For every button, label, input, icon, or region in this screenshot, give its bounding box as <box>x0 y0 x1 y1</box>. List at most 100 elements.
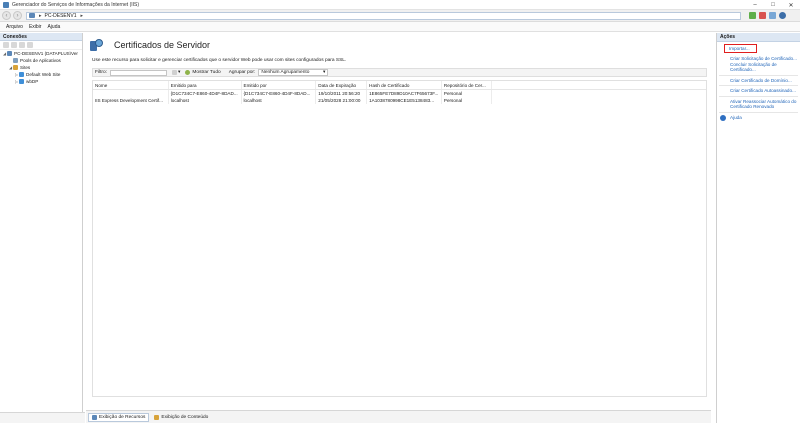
refresh-icon[interactable] <box>749 12 756 19</box>
group-by-select[interactable]: Nenhum Agrupamento ▾ <box>258 69 329 76</box>
column-header-emitido-por[interactable]: Emitido por <box>242 81 317 89</box>
filter-go-dropdown-icon[interactable]: ▾ <box>178 70 180 75</box>
import-link[interactable]: Importar... <box>729 46 750 52</box>
up-icon[interactable] <box>19 42 25 48</box>
cell-emitido-por: {D1C734C7-E860-4D4F-8DAD... <box>242 90 317 97</box>
menu-ajuda[interactable]: Ajuda <box>47 24 60 30</box>
new-connection-icon[interactable] <box>3 42 9 48</box>
tree-node[interactable]: Pools de Aplicativos <box>0 57 82 64</box>
action-create-request[interactable]: Criar Solicitação de Certificado... <box>717 56 800 62</box>
window-title: Gerenciador do Serviços de Informações d… <box>12 1 140 8</box>
import-action[interactable]: Importar... <box>724 44 757 53</box>
menu-exibir[interactable]: Exibir <box>29 24 42 30</box>
delete-icon[interactable] <box>27 42 33 48</box>
tree-node[interactable]: ◢ Sites <box>0 64 82 71</box>
filter-go-icon[interactable] <box>172 70 177 75</box>
address-path[interactable]: ▸ PC-DESENV1 ▸ <box>26 11 741 20</box>
column-header-emitido-para[interactable]: Emitido para <box>169 81 242 89</box>
actions-panel: Ações Importar... Criar Solicitação de C… <box>716 33 800 423</box>
features-view-icon <box>92 414 97 420</box>
content-view-icon <box>154 414 160 420</box>
tab-content-view-label: Exibição de Conteúdo <box>161 414 209 420</box>
tree-node-icon <box>19 79 24 84</box>
iis-app-icon <box>3 1 9 8</box>
tree-node[interactable]: ◢ PC-DESENV1 (DATAPLUS\Ver <box>0 50 82 57</box>
menu-arquivo[interactable]: Arquivo <box>6 24 23 30</box>
connections-toolbar <box>0 41 82 50</box>
window-controls: – □ ✕ <box>746 0 800 10</box>
tree-node-icon <box>7 51 12 56</box>
maximize-button[interactable]: □ <box>764 0 782 10</box>
help-action[interactable]: Ajuda <box>717 114 800 121</box>
column-header-filler <box>492 81 706 89</box>
actions-divider <box>719 85 798 86</box>
view-tabs: Exibição de Recursos Exibição de Conteúd… <box>86 410 711 423</box>
cell-emitido-para: {D1C734C7-E860-4D4F-8DAD... <box>169 90 242 97</box>
actions-divider <box>719 95 798 97</box>
tree-node[interactable]: ▷ wbDP <box>0 78 82 85</box>
show-all-icon <box>185 70 191 75</box>
cell-nome <box>93 90 169 97</box>
status-bar <box>0 412 85 423</box>
column-header-hash[interactable]: Hash de Certificado <box>367 81 442 89</box>
cell-repositorio: Personal <box>442 90 492 97</box>
back-button[interactable]: ‹ <box>2 11 11 20</box>
forward-button[interactable]: › <box>13 11 22 20</box>
menu-bar: Arquivo Exibir Ajuda <box>0 22 800 32</box>
connections-title: Conexões <box>0 33 82 41</box>
tree-node[interactable]: ▷ Default Web Site <box>0 71 82 78</box>
page-title: Certificados de Servidor <box>114 40 211 50</box>
table-row[interactable]: IIS Express Development Certif... localh… <box>93 97 706 104</box>
filter-label: Filtro: <box>95 70 107 75</box>
action-auto-rebind[interactable]: Ativar Reassociar Automático do Certific… <box>717 99 800 110</box>
action-complete-request[interactable]: Concluir Solicitação de Certificado... <box>717 62 800 73</box>
cell-emitido-para: localhost <box>169 97 242 104</box>
minimize-button[interactable]: – <box>746 0 764 10</box>
tab-features-view[interactable]: Exibição de Recursos <box>88 412 150 422</box>
help-link[interactable]: Ajuda <box>730 115 742 120</box>
tree-node-label: Pools de Aplicativos <box>20 58 61 63</box>
table-row[interactable]: {D1C734C7-E860-4D4F-8DAD... {D1C734C7-E8… <box>93 90 706 97</box>
action-create-self-signed[interactable]: Criar Certificado Autoassinado... <box>717 88 800 94</box>
cell-data-expiracao: 19/10/2011 20:56:20 <box>316 90 368 97</box>
filter-input[interactable] <box>110 69 167 76</box>
stop-icon[interactable] <box>759 12 766 19</box>
group-by-label: Agrupar por: <box>228 70 256 75</box>
connections-tree: ◢ PC-DESENV1 (DATAPLUS\Ver Pools de Aplica… <box>0 50 82 85</box>
cell-hash: 1A1038780998CE1E5138483... <box>367 97 442 104</box>
filter-bar: Filtro: ▾ Mostrar Tudo Agrupar por: Nenh… <box>92 68 707 77</box>
cell-data-expiracao: 21/05/2028 21:00:00 <box>316 97 368 104</box>
breadcrumb-server[interactable]: PC-DESENV1 <box>45 13 77 19</box>
home-icon[interactable] <box>769 12 776 19</box>
toolbar-icons <box>749 12 789 19</box>
tab-features-view-label: Exibição de Recursos <box>99 414 146 420</box>
tree-node-icon <box>13 65 18 70</box>
breadcrumb-chevron-icon[interactable]: ▸ <box>80 13 83 19</box>
cell-hash: 1E865FE7D89D10AC7F65673F... <box>367 90 442 97</box>
column-header-nome[interactable]: Nome <box>93 81 169 89</box>
action-create-domain-cert[interactable]: Criar Certificado de Domínio... <box>717 78 800 84</box>
cell-emitido-por: localhost <box>242 97 317 104</box>
main-content: Certificados de Servidor Use este recurs… <box>86 33 711 409</box>
breadcrumb-separator-icon: ▸ <box>39 12 42 19</box>
computer-icon <box>29 13 35 18</box>
actions-title: Ações <box>717 33 800 42</box>
connections-panel: Conexões ◢ PC-DESENV1 (DATAPLUS\Ver Pools … <box>0 33 83 412</box>
page-header: Certificados de Servidor <box>90 38 210 52</box>
tree-node-label: Sites <box>20 65 31 70</box>
column-header-data-expiracao[interactable]: Data de Expiração <box>316 81 368 89</box>
column-header-repositorio[interactable]: Repositório de Cer... <box>442 81 492 89</box>
chevron-down-icon: ▾ <box>322 70 326 75</box>
save-connection-icon[interactable] <box>11 42 17 48</box>
cell-repositorio: Personal <box>442 97 492 104</box>
actions-divider <box>719 74 798 76</box>
close-button[interactable]: ✕ <box>782 0 800 10</box>
table-header: Nome Emitido para Emitido por Data de Ex… <box>93 81 706 90</box>
help-icon[interactable] <box>779 12 786 19</box>
tree-node-icon <box>19 72 24 77</box>
show-all-button[interactable]: Mostrar Tudo <box>192 70 220 75</box>
tab-content-view[interactable]: Exibição de Conteúdo <box>151 413 211 422</box>
tree-node-label: Default Web Site <box>26 72 61 77</box>
tree-node-icon <box>13 58 18 63</box>
server-certificates-icon <box>90 38 104 52</box>
